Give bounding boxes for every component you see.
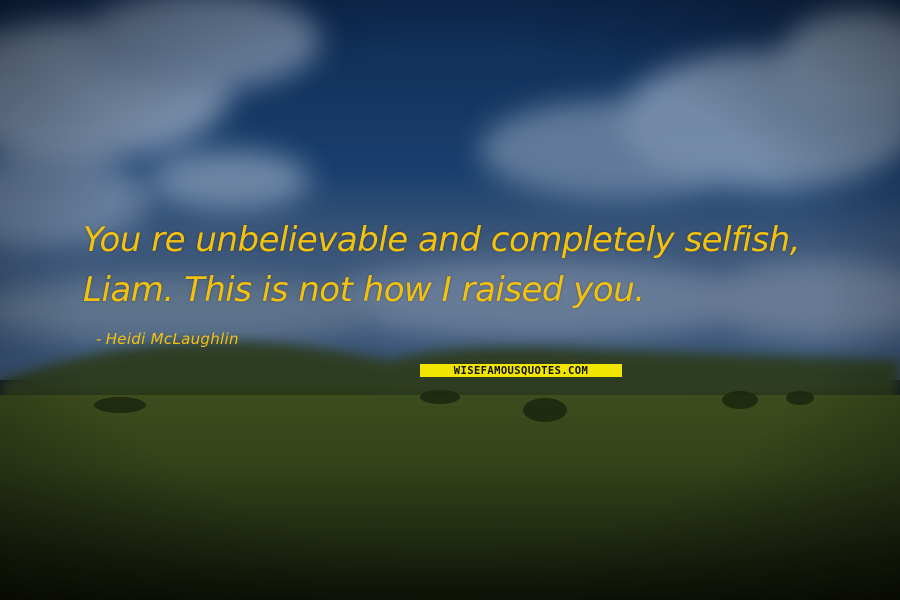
author-dash: - [96, 330, 102, 348]
quote-line-2: Liam. This is not how I raised you. [83, 270, 645, 310]
quote-line-1: You re unbelievable and completely selfi… [83, 220, 801, 260]
watermark-logo: WISEFAMOUSQUOTES.COM [420, 364, 622, 377]
quote-author: - Heidi McLaughlin [96, 330, 239, 348]
quote-text: You re unbelievable and completely selfi… [83, 215, 863, 315]
author-name: Heidi McLaughlin [105, 330, 239, 348]
